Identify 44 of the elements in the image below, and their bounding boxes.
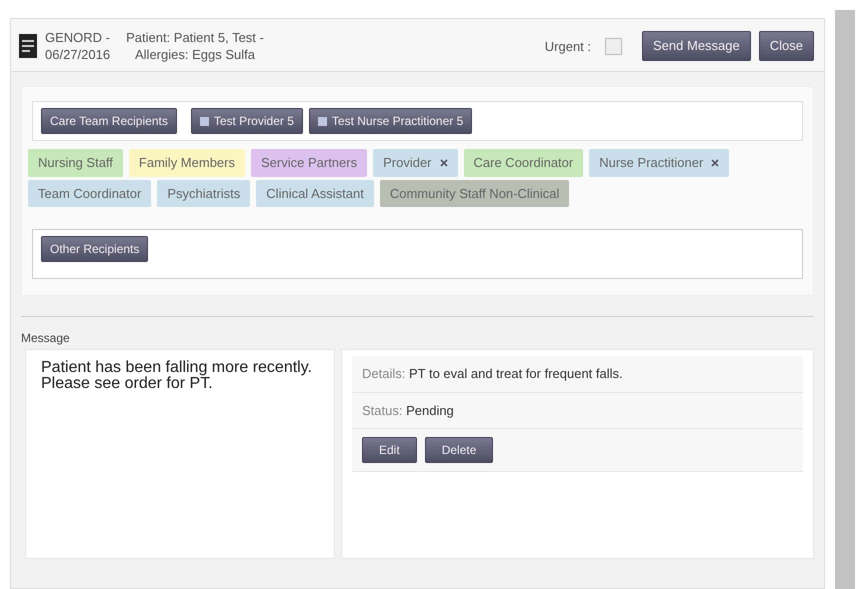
send-message-button[interactable]: Send Message — [642, 31, 751, 61]
message-label: Message — [21, 330, 71, 347]
other-recipients-button[interactable]: Other Recipients — [41, 236, 148, 262]
square-icon — [200, 116, 209, 126]
group-tag[interactable]: Community Staff Non-Clinical — [380, 180, 570, 207]
group-tag[interactable]: Service Partners — [251, 149, 368, 176]
group-tag[interactable]: Care Coordinator — [464, 149, 584, 176]
tag-label: Family Members — [138, 154, 235, 172]
tag-label: Psychiatrists — [167, 184, 240, 203]
tag-label: Team Coordinator — [38, 184, 142, 202]
order-code: GENORD - — [45, 29, 110, 46]
tag-label: Clinical Assistant — [266, 184, 364, 202]
tag-label: Nursing Staff — [38, 154, 113, 172]
group-tag[interactable]: Nurse Practitioner — [589, 149, 730, 176]
patient-name: Patient: Patient 5, Test - — [126, 29, 264, 46]
tag-label: Provider — [383, 154, 432, 172]
tag-label: Nurse Practitioner — [599, 154, 704, 172]
document-icon — [19, 34, 37, 58]
edit-button[interactable]: Edit — [362, 437, 417, 463]
allergies-text: Allergies: Eggs Sulfa — [134, 46, 256, 63]
tag-label: Service Partners — [261, 154, 358, 172]
group-tag[interactable]: Family Members — [128, 149, 245, 176]
remove-icon[interactable] — [711, 158, 720, 167]
recipient-chip[interactable]: Test Nurse Practitioner 5 — [308, 108, 472, 134]
status-row: Status: Pending — [352, 392, 803, 429]
delete-button[interactable]: Delete — [424, 437, 494, 463]
message-field[interactable]: Patient has been falling more recently. Please see order for PT. — [25, 349, 335, 559]
group-tag[interactable]: Provider — [373, 149, 458, 176]
details-row: Details: PT to eval and treat for frequent falls. — [352, 356, 803, 392]
tag-label: Care Coordinator — [474, 154, 574, 172]
urgent-label: Urgent : — [544, 38, 592, 54]
close-button[interactable]: Close — [758, 31, 814, 61]
square-icon — [318, 116, 327, 126]
order-date: 06/27/2016 — [45, 46, 110, 63]
scrollbar[interactable] — [835, 10, 855, 589]
group-tag[interactable]: Clinical Assistant — [256, 180, 374, 207]
remove-icon[interactable] — [440, 158, 448, 167]
tag-label: Community Staff Non-Clinical — [390, 184, 560, 203]
recipient-chip[interactable]: Test Provider 5 — [190, 108, 303, 134]
group-tag[interactable]: Nursing Staff — [28, 149, 123, 176]
group-tag[interactable]: Team Coordinator — [28, 180, 152, 207]
urgent-checkbox[interactable] — [605, 38, 622, 54]
group-tag[interactable]: Psychiatrists — [157, 180, 250, 207]
care-team-recipients-button[interactable]: Care Team Recipients — [41, 108, 177, 134]
